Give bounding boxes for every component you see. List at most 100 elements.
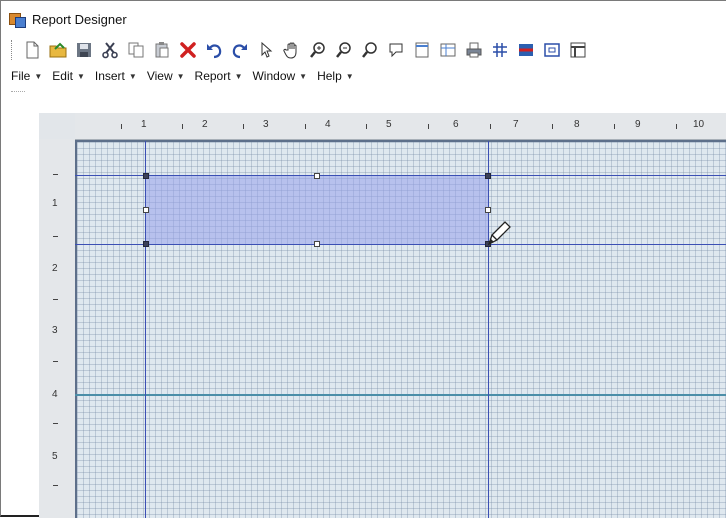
resize-handle-left[interactable] [143,207,149,213]
menu-view[interactable]: View ▼ [147,69,185,83]
undo-button[interactable] [203,39,225,61]
ruler-label: 9 [635,119,641,130]
print-button[interactable] [463,39,485,61]
ruler-tick [243,124,244,129]
copy-button[interactable] [125,39,147,61]
resize-handle-bottom[interactable] [314,241,320,247]
guide-line-horizontal-bottom[interactable] [75,244,726,245]
band-button[interactable] [515,39,537,61]
pointer-icon [261,41,273,58]
paste-button[interactable] [151,39,173,61]
menu-insert[interactable]: Insert ▼ [95,69,137,83]
ruler-tick [428,124,429,129]
pencil-cursor-icon [487,221,511,246]
chevron-down-icon: ▼ [176,71,185,81]
paste-icon [155,42,169,58]
new-button[interactable] [21,39,43,61]
menu-file[interactable]: File ▼ [11,69,42,83]
ruler-tick [121,124,122,129]
zoom-in-button[interactable] [307,39,329,61]
menu-report[interactable]: Report ▼ [195,69,243,83]
selected-report-element[interactable] [146,176,488,244]
undo-icon [207,44,222,59]
resize-handle-top-left[interactable] [143,173,149,179]
window-title: Report Designer [32,11,127,27]
page-icon [415,42,429,58]
ruler-label: 6 [453,119,459,130]
menu-bar: File ▼ Edit ▼ Insert ▼ View ▼ Report ▼ Window… [11,65,364,87]
zoom-fit-button[interactable] [385,39,407,61]
ruler-tick [53,236,58,237]
pan-button[interactable] [281,39,303,61]
ruler-tick [53,485,58,486]
zoom-icon [362,42,377,58]
zoom-button[interactable] [359,39,381,61]
resize-handle-right[interactable] [485,207,491,213]
ruler-tick [53,423,58,424]
guide-line-vertical-right[interactable] [488,141,489,518]
zoom-out-icon [336,42,351,58]
grid-icon [493,43,507,57]
pointer-button[interactable] [255,39,277,61]
pan-hand-icon [283,42,297,59]
title-bar: Report Designer [9,7,127,31]
app-icon [9,11,26,28]
ruler-tick [305,124,306,129]
zoom-out-button[interactable] [333,39,355,61]
ruler-label: 5 [52,451,58,462]
resize-handle-top[interactable] [314,173,320,179]
open-button[interactable] [47,39,69,61]
ruler-tick [53,361,58,362]
delete-icon [180,42,196,58]
main-toolbar [11,37,593,63]
delete-button[interactable] [177,39,199,61]
band-icon [519,44,533,56]
redo-button[interactable] [229,39,251,61]
ruler-label: 4 [52,389,58,400]
ruler-tick [53,174,58,175]
zoom-fit-icon [389,43,403,58]
section-divider[interactable] [75,394,726,396]
cut-icon [102,42,118,59]
horizontal-ruler: 1 2 3 4 5 6 7 8 9 10 [75,113,726,140]
zoom-in-icon [310,42,325,58]
open-icon [49,42,67,58]
ruler-label: 1 [52,198,58,209]
new-icon [26,41,39,59]
ruler-label: 10 [693,119,705,130]
ruler-label: 5 [386,119,392,130]
save-button[interactable] [73,39,95,61]
menu-divider [11,91,25,92]
layout-button[interactable] [437,39,459,61]
ruler-corner [39,113,75,139]
snap-icon [544,43,560,57]
chevron-down-icon: ▼ [128,71,137,81]
grid-button[interactable] [489,39,511,61]
ruler-tick [182,124,183,129]
page-button[interactable] [411,39,433,61]
chevron-down-icon: ▼ [76,71,85,81]
properties-button[interactable] [567,39,589,61]
layout-icon [440,43,456,57]
chevron-down-icon: ▼ [34,71,43,81]
ruler-label: 8 [574,119,580,130]
cut-button[interactable] [99,39,121,61]
toolbar-grip[interactable] [11,40,15,60]
chevron-down-icon: ▼ [234,71,243,81]
menu-help[interactable]: Help ▼ [317,69,354,83]
snap-button[interactable] [541,39,563,61]
ruler-tick [490,124,491,129]
ruler-tick [53,299,58,300]
ruler-label: 2 [52,263,58,274]
menu-edit[interactable]: Edit ▼ [52,69,85,83]
print-icon [466,42,482,58]
menu-window[interactable]: Window ▼ [252,69,307,83]
redo-icon [232,44,247,59]
report-designer-window: Report Designer File ▼ Edit ▼ Insert ▼ View… [0,0,726,518]
ruler-tick [614,124,615,129]
resize-handle-top-right[interactable] [485,173,491,179]
ruler-label: 4 [325,119,331,130]
resize-handle-bottom-left[interactable] [143,241,149,247]
chevron-down-icon: ▼ [299,71,308,81]
copy-icon [128,42,144,58]
